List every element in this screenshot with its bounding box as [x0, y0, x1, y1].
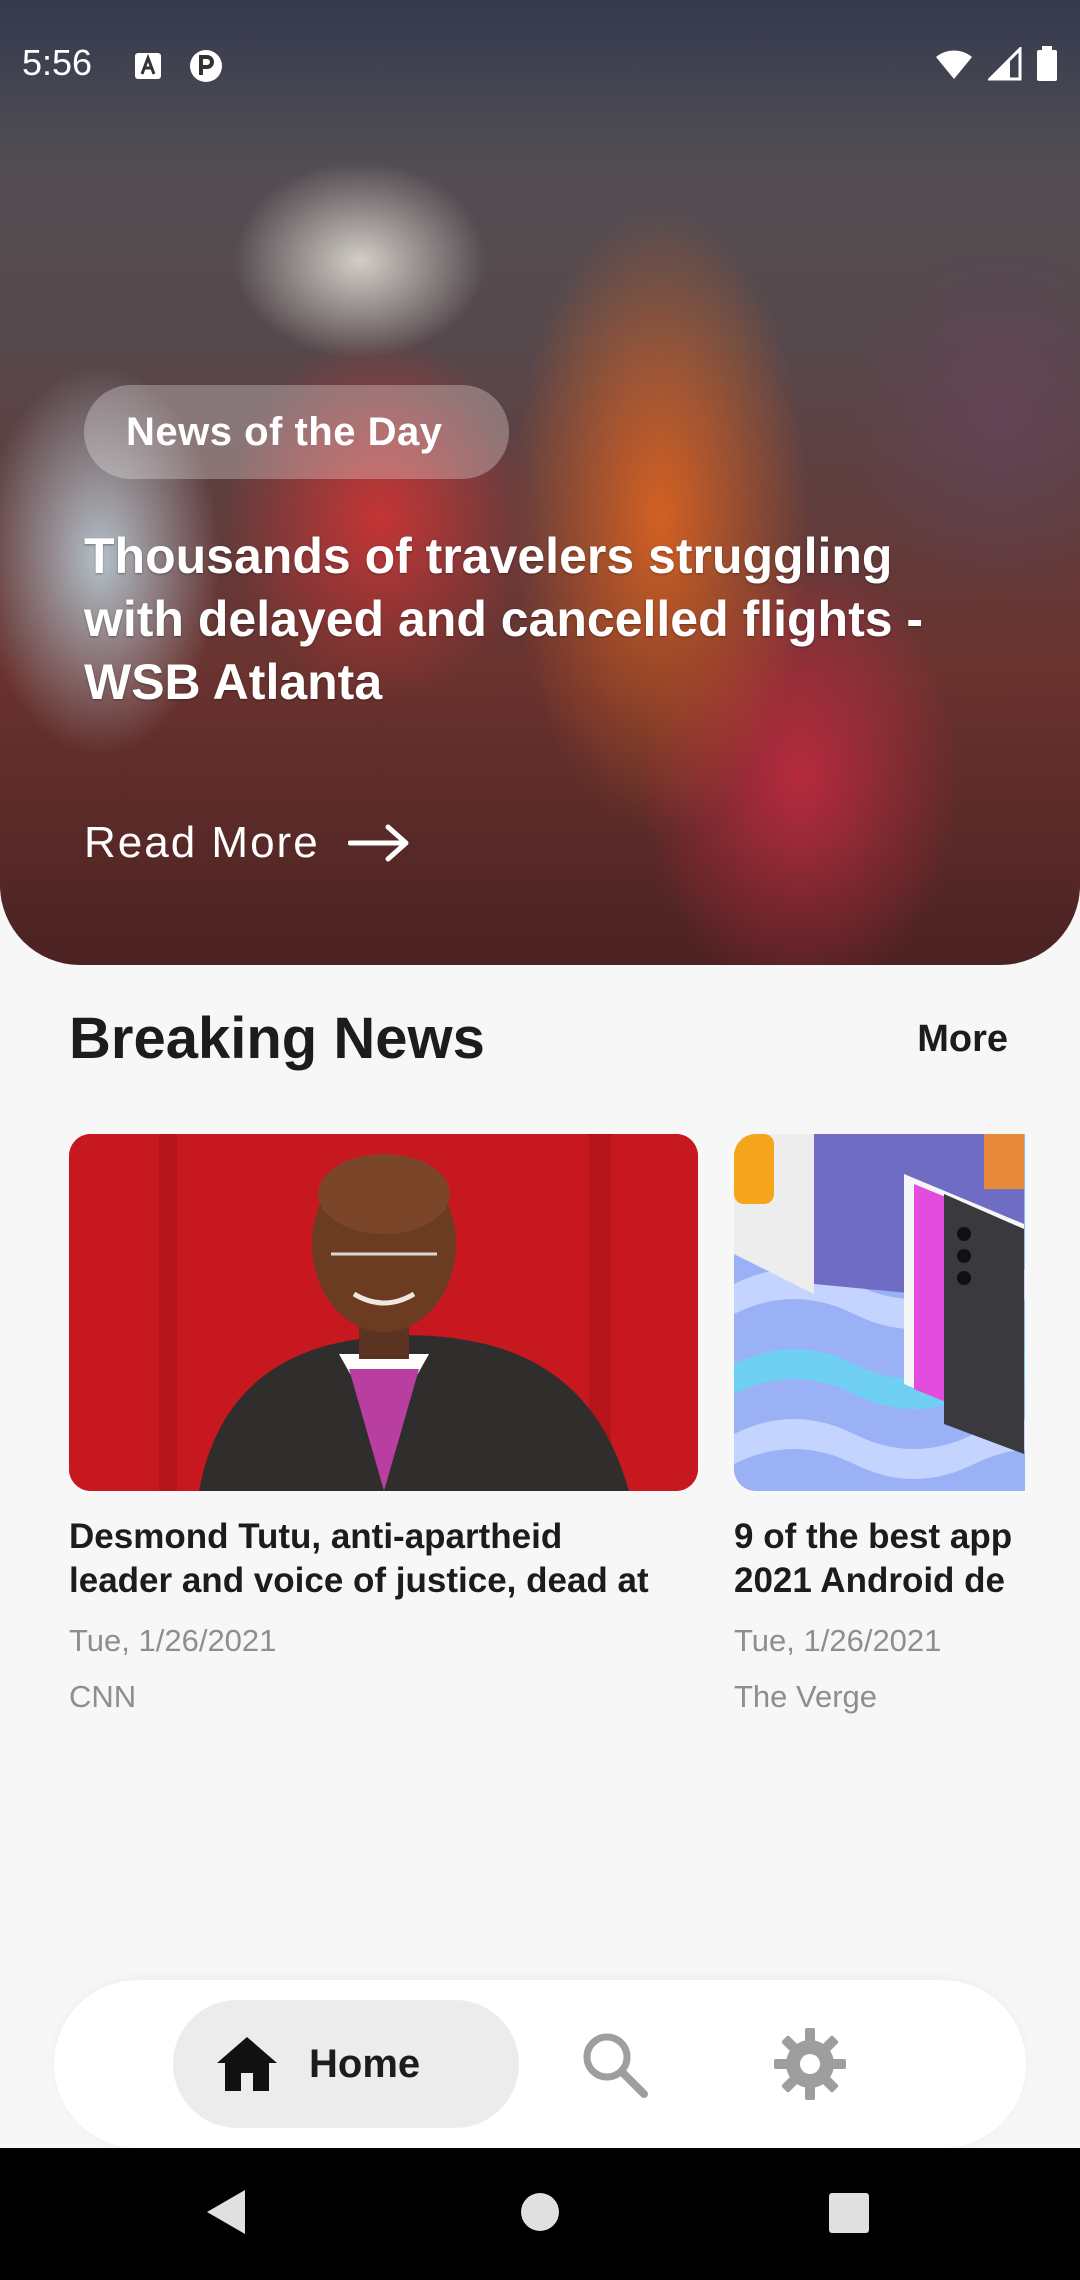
news-card-source: CNN: [69, 1679, 137, 1714]
news-of-the-day-tag: News of the Day: [84, 385, 509, 479]
portrait-illustration: [69, 1134, 698, 1491]
a-badge-icon: [135, 53, 161, 79]
hero-headline[interactable]: Thousands of travelers struggling with d…: [84, 525, 964, 714]
system-navigation-bar: [0, 2148, 1080, 2280]
bottom-navigation: Home: [54, 1980, 1026, 2148]
read-more-label: Read More: [84, 818, 320, 867]
gear-icon[interactable]: [772, 2026, 848, 2102]
news-card-headline: Desmond Tutu, anti-apartheid leader and …: [69, 1515, 698, 1603]
news-card-date: Tue, 1/26/2021: [69, 1623, 277, 1658]
status-bar: 5:56: [0, 0, 1080, 130]
news-of-the-day-hero[interactable]: 5:56 News of the Day Thousands of travel…: [0, 0, 1080, 965]
news-card-date: Tue, 1/26/2021: [734, 1623, 942, 1658]
back-icon[interactable]: [205, 2188, 247, 2236]
wifi-icon: [936, 50, 972, 79]
news-card[interactable]: 9 of the best app 2021 Android de Tue, 1…: [734, 1134, 1025, 1715]
home-circle-icon[interactable]: [520, 2192, 560, 2232]
arrow-right-icon: [347, 824, 409, 862]
news-card[interactable]: Desmond Tutu, anti-apartheid leader and …: [69, 1134, 698, 1715]
news-card-source: The Verge: [734, 1679, 878, 1714]
battery-icon: [1037, 46, 1057, 81]
status-right-icons: [934, 46, 1058, 82]
news-card-headline-line: 9 of the best app: [734, 1517, 1013, 1556]
more-button[interactable]: More: [917, 1018, 1008, 1061]
nav-home-label: Home: [309, 2041, 421, 2086]
status-time: 5:56: [22, 42, 93, 83]
news-card-image: [734, 1134, 1025, 1491]
breaking-news-title: Breaking News: [69, 1006, 485, 1071]
read-more-link[interactable]: Read More: [84, 818, 410, 868]
search-icon[interactable]: [578, 2028, 650, 2100]
news-card-headline-line: 2021 Android de: [734, 1561, 1005, 1600]
news-card-headline-line: Desmond Tutu, anti-apartheid: [69, 1517, 563, 1556]
phone-illustration: [734, 1134, 1025, 1491]
news-card-headline: 9 of the best app 2021 Android de: [734, 1515, 1025, 1603]
p-circle-icon: [190, 50, 222, 82]
news-card-image: [69, 1134, 698, 1491]
news-card-headline-line: leader and voice of justice, dead at: [69, 1561, 649, 1600]
nav-home-tab[interactable]: Home: [173, 2000, 519, 2128]
home-icon: [217, 2037, 277, 2091]
recents-icon[interactable]: [828, 2192, 870, 2234]
signal-icon: [988, 47, 1022, 81]
breaking-news-carousel[interactable]: Desmond Tutu, anti-apartheid leader and …: [69, 1134, 1025, 1734]
